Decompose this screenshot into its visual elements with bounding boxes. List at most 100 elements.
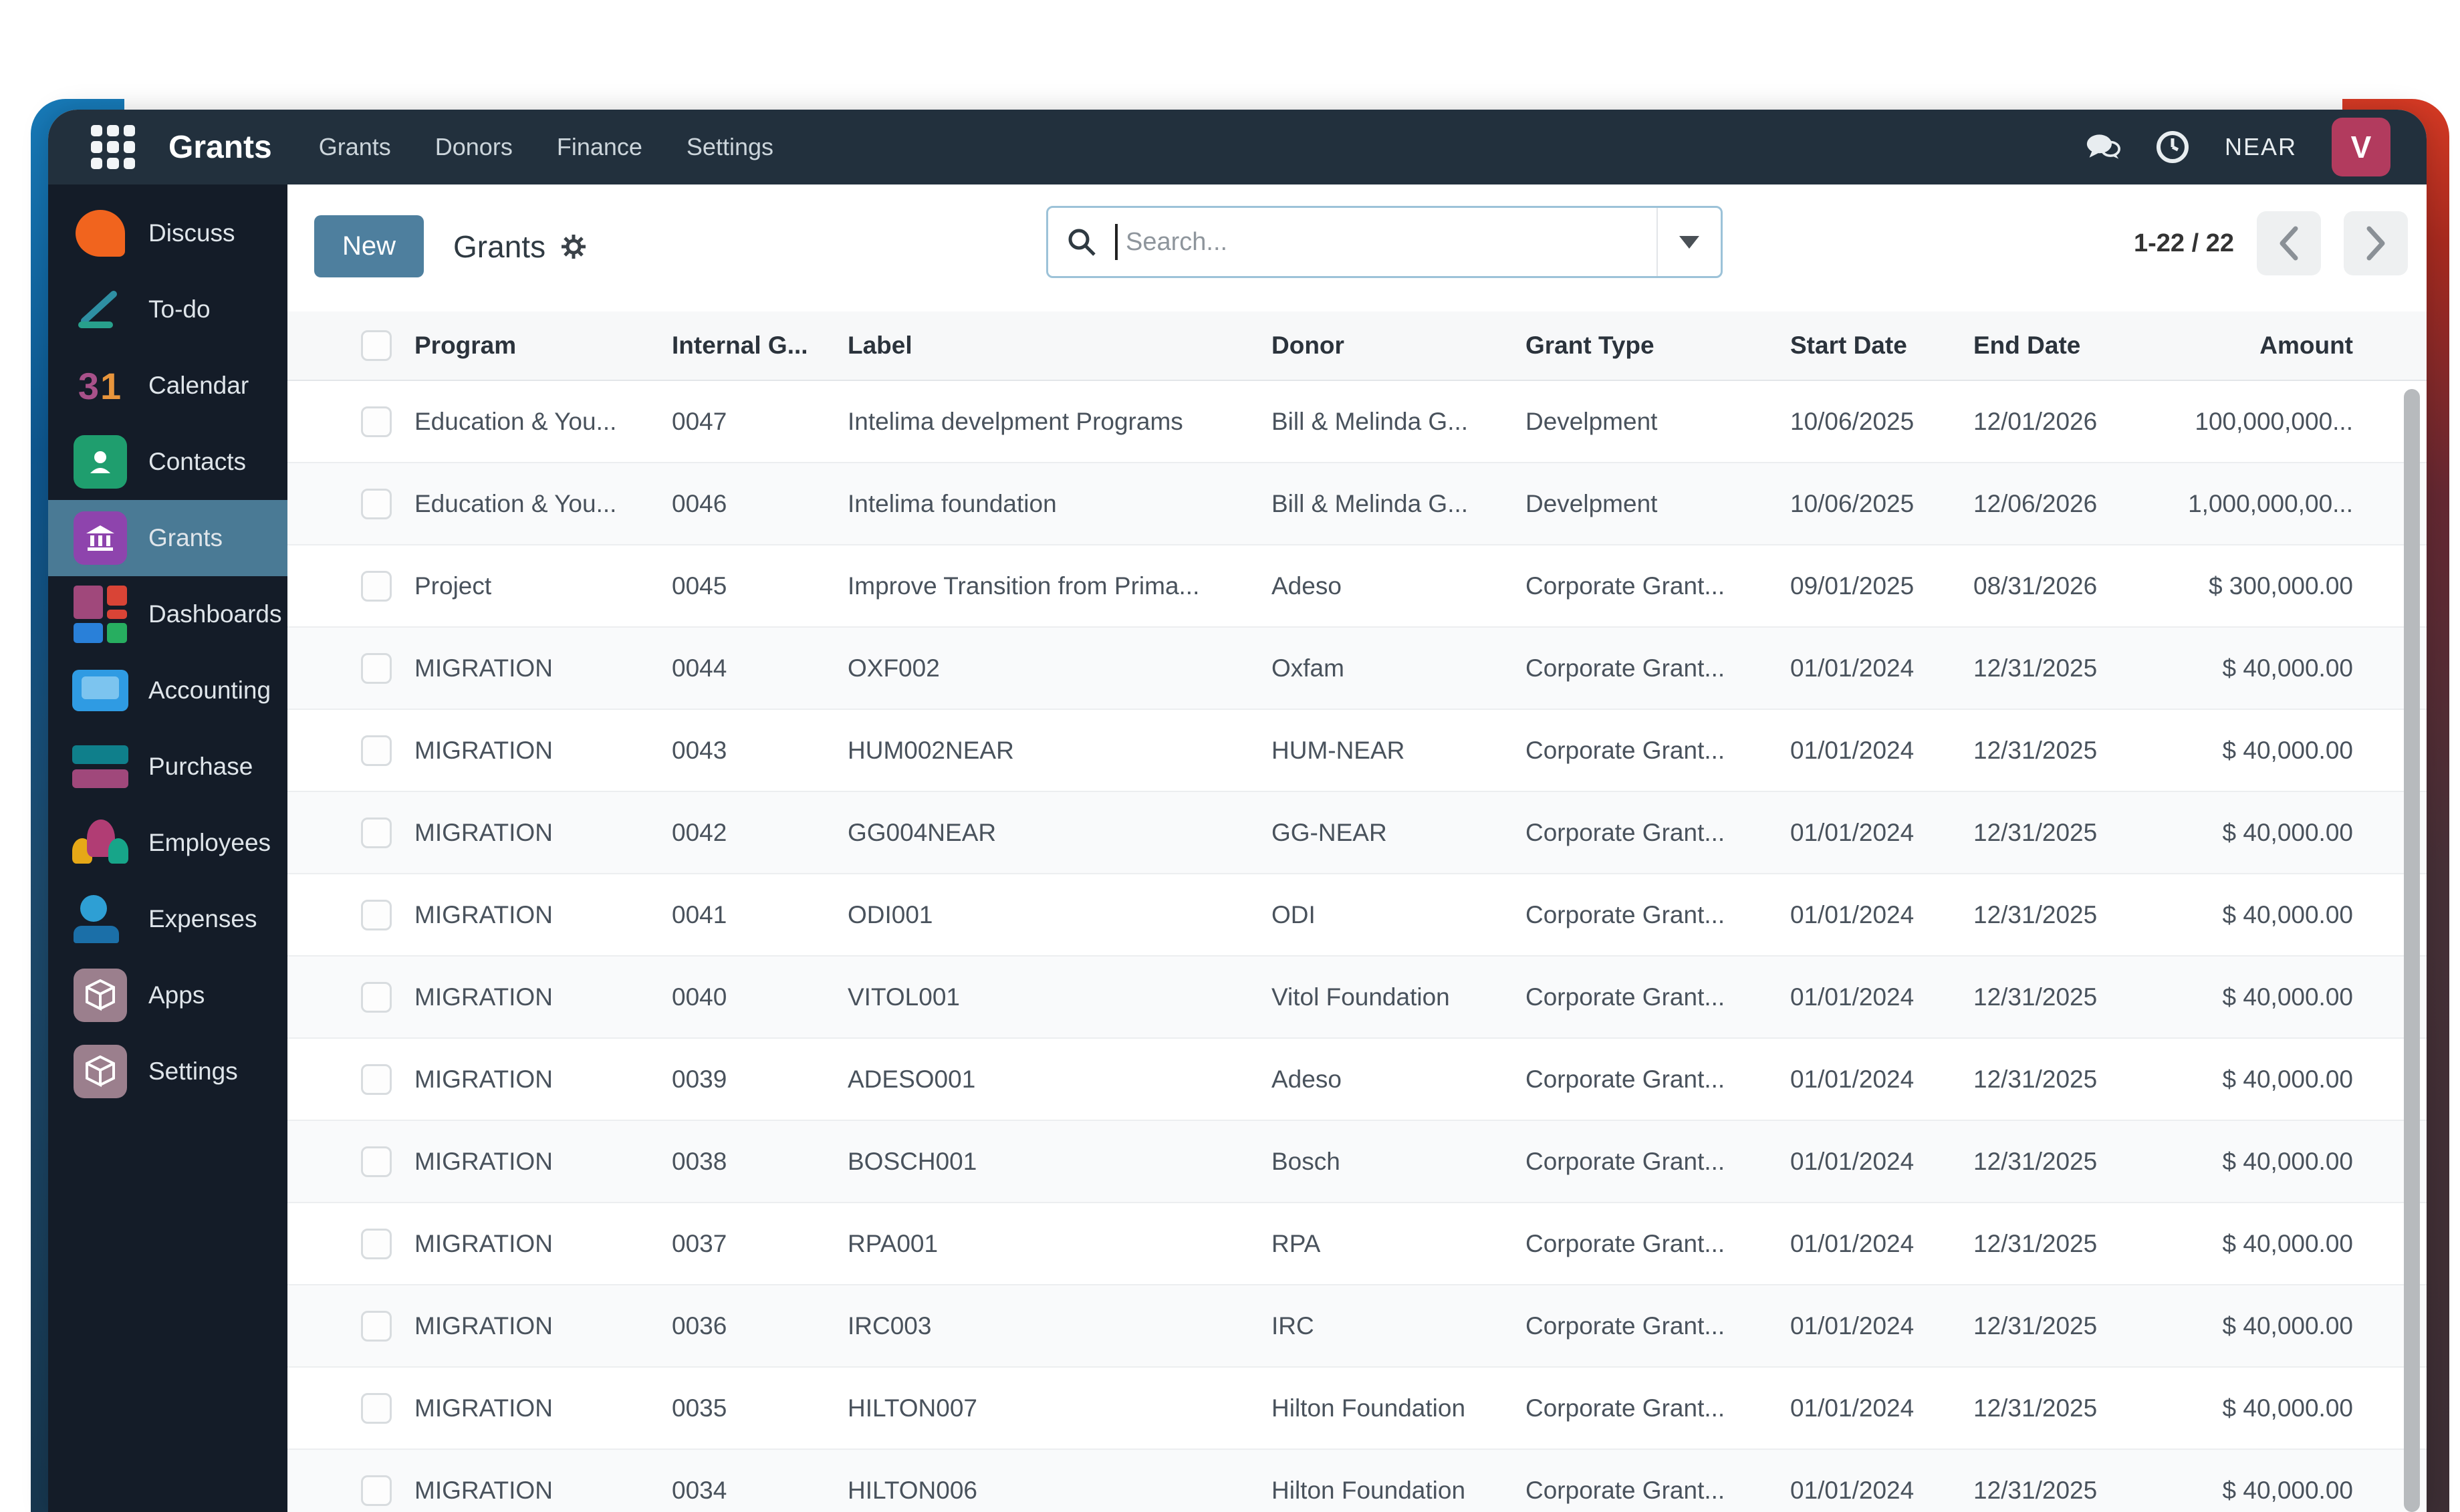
sidebar-item-to-do[interactable]: To-do	[48, 271, 287, 348]
table-row[interactable]: MIGRATION 0036 IRC003 IRC Corporate Gran…	[287, 1285, 2427, 1368]
activities-clock-icon[interactable]	[2155, 130, 2190, 164]
table-body: Education & You... 0047 Intelima develpm…	[287, 381, 2427, 1512]
apps-grid-icon[interactable]	[91, 125, 135, 169]
sidebar-item-label: Apps	[148, 981, 205, 1009]
sidebar-item-label: Accounting	[148, 676, 271, 704]
cell-program: Education & You...	[414, 407, 617, 435]
table-row[interactable]: MIGRATION 0043 HUM002NEAR HUM-NEAR Corpo…	[287, 710, 2427, 792]
cell-start-date: 01/01/2024	[1790, 654, 1915, 682]
search-input[interactable]	[1118, 227, 1656, 257]
cell-label: VITOL001	[848, 983, 960, 1011]
cell-label: Intelima develpment Programs	[848, 407, 1183, 435]
sidebar-item-accounting[interactable]: Accounting	[48, 652, 287, 729]
cell-amount: $ 300,000.00	[2208, 572, 2353, 600]
table-row[interactable]: MIGRATION 0040 VITOL001 Vitol Foundation…	[287, 957, 2427, 1039]
sidebar-item-apps[interactable]: Apps	[48, 957, 287, 1033]
column-header[interactable]: Internal G...	[672, 332, 848, 360]
search-filter-dropdown[interactable]	[1656, 208, 1721, 276]
sidebar-item-discuss[interactable]: Discuss	[48, 195, 287, 271]
row-checkbox[interactable]	[361, 570, 392, 602]
company-name[interactable]: NEAR	[2225, 133, 2297, 161]
cell-amount: $ 40,000.00	[2222, 1229, 2353, 1257]
table-row[interactable]: MIGRATION 0039 ADESO001 Adeso Corporate …	[287, 1039, 2427, 1121]
sidebar-item-grants[interactable]: Grants	[48, 500, 287, 576]
sidebar-item-purchase[interactable]: Purchase	[48, 729, 287, 805]
apps-icon	[72, 967, 128, 1023]
cell-internal: 0036	[672, 1311, 727, 1340]
cell-start-date: 01/01/2024	[1790, 1229, 1915, 1257]
column-header[interactable]: Label	[848, 332, 1271, 360]
row-checkbox[interactable]	[361, 652, 392, 684]
sidebar-item-label: Purchase	[148, 753, 253, 780]
gear-icon[interactable]	[560, 233, 587, 260]
table-row[interactable]: MIGRATION 0034 HILTON006 Hilton Foundati…	[287, 1450, 2427, 1512]
row-checkbox[interactable]	[361, 899, 392, 930]
sidebar-item-dashboards[interactable]: Dashboards	[48, 576, 287, 652]
cell-amount: $ 40,000.00	[2222, 1311, 2353, 1340]
cell-internal: 0041	[672, 900, 727, 928]
table-row[interactable]: Education & You... 0046 Intelima foundat…	[287, 463, 2427, 545]
navbar-menu-item[interactable]: Settings	[687, 133, 773, 161]
table-row[interactable]: Project 0045 Improve Transition from Pri…	[287, 545, 2427, 628]
navbar-menu-item[interactable]: Finance	[557, 133, 642, 161]
expenses-icon	[72, 891, 128, 947]
row-checkbox[interactable]	[361, 1310, 392, 1342]
sidebar-item-label: To-do	[148, 295, 211, 323]
accounting-icon	[72, 662, 128, 719]
cell-program: Education & You...	[414, 489, 617, 517]
column-header[interactable]: Program	[414, 332, 672, 360]
user-avatar[interactable]: V	[2332, 118, 2390, 176]
table-row[interactable]: MIGRATION 0041 ODI001 ODI Corporate Gran…	[287, 874, 2427, 957]
discuss-icon	[72, 205, 128, 261]
table-row[interactable]: MIGRATION 0035 HILTON007 Hilton Foundati…	[287, 1368, 2427, 1450]
top-navbar: Grants Grants Donors Finance Settings NE…	[48, 110, 2427, 184]
cell-grant-type: Corporate Grant...	[1525, 1394, 1725, 1422]
table-row[interactable]: MIGRATION 0044 OXF002 Oxfam Corporate Gr…	[287, 628, 2427, 710]
row-checkbox[interactable]	[361, 735, 392, 766]
navbar-menu-item[interactable]: Donors	[435, 133, 513, 161]
row-checkbox[interactable]	[361, 817, 392, 848]
row-checkbox[interactable]	[361, 1146, 392, 1177]
table-row[interactable]: MIGRATION 0042 GG004NEAR GG-NEAR Corpora…	[287, 792, 2427, 874]
cell-end-date: 12/31/2025	[1973, 1311, 2098, 1340]
row-checkbox[interactable]	[361, 488, 392, 519]
navbar-menu-item[interactable]: Grants	[319, 133, 391, 161]
sidebar-item-calendar[interactable]: 31 Calendar	[48, 348, 287, 424]
row-checkbox[interactable]	[361, 1475, 392, 1506]
cell-grant-type: Corporate Grant...	[1525, 1065, 1725, 1093]
vertical-scrollbar[interactable]	[2404, 389, 2420, 1512]
cell-grant-type: Develpment	[1525, 407, 1658, 435]
sidebar-item-expenses[interactable]: Expenses	[48, 881, 287, 957]
select-all-checkbox[interactable]	[361, 330, 392, 361]
cell-label: Intelima foundation	[848, 489, 1057, 517]
row-checkbox[interactable]	[361, 1228, 392, 1259]
cell-amount: $ 40,000.00	[2222, 1147, 2353, 1175]
pager-previous-button[interactable]	[2257, 211, 2321, 275]
row-checkbox[interactable]	[361, 1063, 392, 1095]
cell-amount: $ 40,000.00	[2222, 900, 2353, 928]
row-checkbox[interactable]	[361, 406, 392, 437]
sidebar-item-contacts[interactable]: Contacts	[48, 424, 287, 500]
new-button[interactable]: New	[314, 215, 424, 277]
cell-start-date: 01/01/2024	[1790, 736, 1915, 764]
cell-internal: 0035	[672, 1394, 727, 1422]
row-checkbox[interactable]	[361, 1392, 392, 1424]
column-header[interactable]: End Date	[1973, 332, 2174, 360]
column-header[interactable]: Grant Type	[1525, 332, 1790, 360]
column-header[interactable]: Donor	[1271, 332, 1525, 360]
table-row[interactable]: Education & You... 0047 Intelima develpm…	[287, 381, 2427, 463]
cell-grant-type: Develpment	[1525, 489, 1658, 517]
main-content: New Grants Search... 1-22 / 22 Program I…	[287, 184, 2427, 1512]
table-row[interactable]: MIGRATION 0038 BOSCH001 Bosch Corporate …	[287, 1121, 2427, 1203]
messages-icon[interactable]	[2086, 130, 2120, 164]
sidebar-item-employees[interactable]: Employees	[48, 805, 287, 881]
table-row[interactable]: MIGRATION 0037 RPA001 RPA Corporate Gran…	[287, 1203, 2427, 1285]
cell-label: HUM002NEAR	[848, 736, 1014, 764]
sidebar-item-settings[interactable]: Settings	[48, 1033, 287, 1110]
row-checkbox[interactable]	[361, 981, 392, 1013]
chevron-right-icon	[2366, 226, 2385, 261]
column-header[interactable]: Start Date	[1790, 332, 1973, 360]
pager-next-button[interactable]	[2344, 211, 2408, 275]
column-header[interactable]: Amount	[2174, 332, 2353, 360]
cell-grant-type: Corporate Grant...	[1525, 1476, 1725, 1504]
